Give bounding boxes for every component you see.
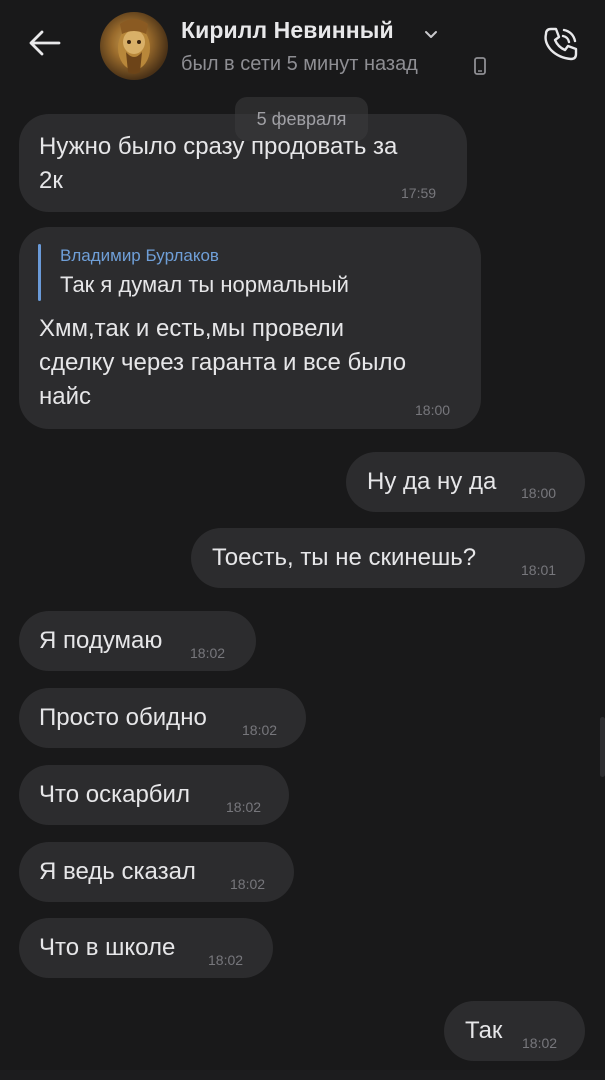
chat-header: Кирилл Невинный был в сети 5 минут назад — [0, 0, 605, 96]
message-time: 18:00 — [415, 402, 451, 418]
back-arrow-icon — [29, 30, 61, 56]
chat-screen: Кирилл Невинный был в сети 5 минут назад… — [0, 0, 605, 1080]
message-bubble-outgoing[interactable]: Так 18:02 — [444, 1001, 585, 1061]
contact-status: был в сети 5 минут назад — [181, 53, 418, 75]
message-time: 18:02 — [226, 799, 262, 815]
message-text: Ну да ну да — [367, 468, 497, 495]
message-text: Что оскарбил — [39, 781, 190, 808]
call-button[interactable] — [537, 20, 585, 68]
message-bubble-incoming[interactable]: Я подумаю 18:02 — [19, 611, 256, 671]
message-time: 17:59 — [401, 185, 437, 201]
message-text: Просто обидно — [39, 704, 207, 731]
scrollbar[interactable] — [600, 717, 605, 777]
message-text: 2к — [39, 167, 63, 194]
message-time: 18:02 — [522, 1035, 558, 1051]
avatar-image — [118, 19, 150, 74]
message-time: 18:02 — [190, 645, 226, 661]
message-time: 18:00 — [521, 485, 557, 501]
date-separator: 5 февраля — [235, 97, 368, 141]
message-text: сделку через гаранта и все было — [39, 349, 407, 376]
message-time: 18:02 — [242, 722, 278, 738]
message-bubble-outgoing[interactable]: Тоесть, ты не скинешь? 18:01 — [191, 528, 585, 588]
message-text: Я ведь сказал — [39, 858, 196, 885]
bottom-bar — [0, 1070, 605, 1080]
back-button[interactable] — [22, 20, 68, 66]
message-bubble-incoming[interactable]: Просто обидно 18:02 — [19, 688, 306, 748]
message-bubble-outgoing[interactable]: Ну да ну да 18:00 — [346, 452, 585, 512]
message-time: 18:02 — [208, 952, 244, 968]
chevron-down-icon[interactable] — [423, 26, 439, 42]
message-bubble-incoming[interactable]: Что в школе 18:02 — [19, 918, 273, 978]
message-text: Тоесть, ты не скинешь? — [212, 544, 477, 571]
message-time: 18:02 — [230, 876, 266, 892]
contact-name[interactable]: Кирилл Невинный — [181, 17, 394, 44]
message-text: Что в школе — [39, 934, 176, 961]
message-text: Хмм,так и есть,мы провели — [39, 315, 345, 342]
message-text: Так — [465, 1017, 503, 1044]
reply-text[interactable]: Так я думал ты нормальный — [60, 272, 349, 298]
message-bubble-incoming[interactable]: Что оскарбил 18:02 — [19, 765, 289, 825]
mobile-phone-icon — [474, 57, 486, 75]
message-text: найс — [39, 383, 92, 410]
reply-author[interactable]: Владимир Бурлаков — [60, 246, 219, 266]
reply-quote-bar — [38, 244, 41, 301]
phone-call-icon — [544, 27, 578, 61]
message-time: 18:01 — [521, 562, 557, 578]
message-bubble-incoming[interactable]: Я ведь сказал 18:02 — [19, 842, 294, 902]
avatar[interactable] — [100, 12, 168, 80]
message-text: Я подумаю — [39, 627, 163, 654]
